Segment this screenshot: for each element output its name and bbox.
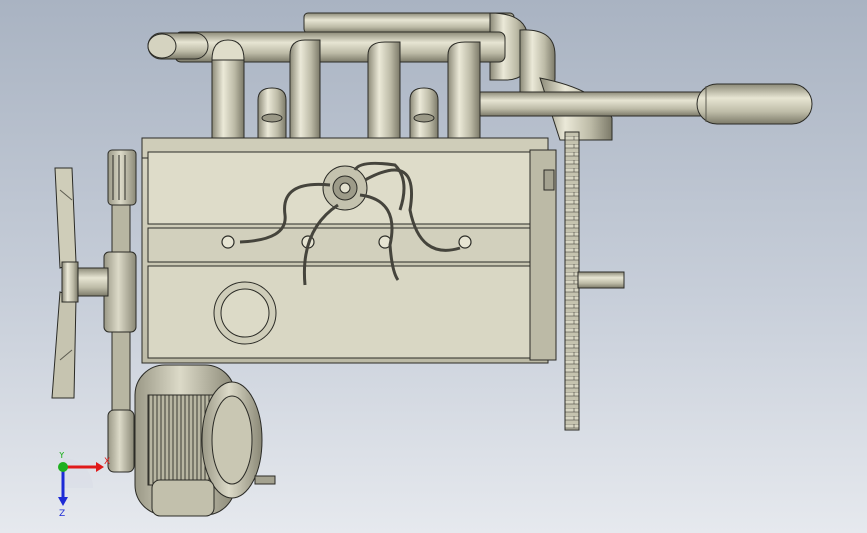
z-axis-label: Z xyxy=(59,509,65,519)
intake-plenum[interactable] xyxy=(147,12,556,101)
cad-viewport[interactable]: X Y Z xyxy=(0,0,867,533)
z-arrow-head-icon xyxy=(58,497,68,506)
oil-filler-cap[interactable] xyxy=(213,281,277,345)
crank-pulley-assembly[interactable] xyxy=(73,149,137,473)
engine-assembly-model[interactable] xyxy=(0,0,867,533)
axis-triad: X Y Z xyxy=(58,452,110,519)
y-axis-label: Y xyxy=(58,452,65,461)
triad-backplate xyxy=(63,458,93,488)
distributor-cap[interactable] xyxy=(322,165,368,211)
alternator[interactable] xyxy=(134,364,276,517)
y-axis-dot xyxy=(58,462,68,472)
flywheel-ring-gear[interactable] xyxy=(564,131,625,431)
cooling-fan[interactable] xyxy=(51,167,79,399)
x-arrow-head-icon xyxy=(96,462,104,472)
x-axis-label: X xyxy=(104,457,110,467)
